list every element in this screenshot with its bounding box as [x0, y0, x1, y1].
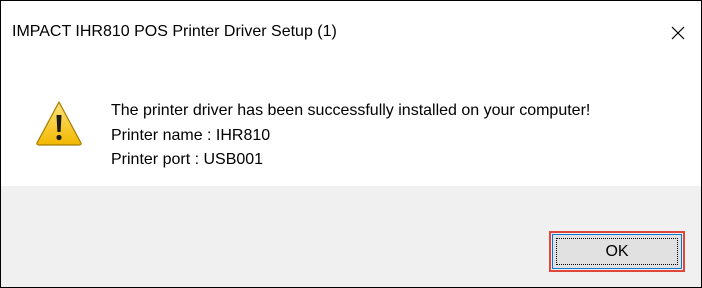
close-icon: [671, 26, 685, 40]
setup-dialog: IMPACT IHR810 POS Printer Driver Setup (…: [0, 0, 702, 288]
message-area: The printer driver has been successfully…: [1, 65, 701, 186]
close-button[interactable]: [655, 1, 701, 65]
message-line-success: The printer driver has been successfully…: [111, 102, 591, 119]
ok-button-label: OK: [605, 242, 629, 260]
window-title: IMPACT IHR810 POS Printer Driver Setup (…: [12, 23, 337, 40]
message-text: The printer driver has been successfully…: [111, 99, 590, 173]
warning-icon: [36, 101, 82, 146]
message-line-printer-name: Printer name : IHR810: [111, 126, 271, 144]
message-line-printer-port: Printer port : USB001: [111, 151, 264, 168]
title-bar: IMPACT IHR810 POS Printer Driver Setup (…: [1, 1, 701, 65]
button-bar: OK: [1, 186, 701, 287]
ok-button[interactable]: OK: [552, 234, 682, 269]
